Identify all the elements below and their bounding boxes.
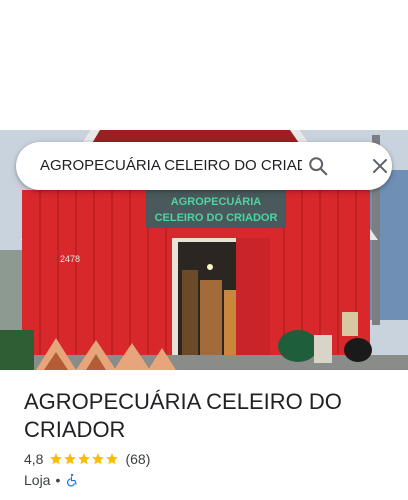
rating-row[interactable]: 4,8 (68)	[24, 450, 150, 468]
category-row: Loja •	[24, 471, 79, 489]
door-number: 2478	[60, 254, 80, 264]
star-icon	[50, 453, 63, 465]
sign-line-1: AGROPECUÁRIA	[171, 195, 262, 208]
map-top-area	[0, 0, 408, 130]
wheelchair-accessible-icon	[67, 473, 78, 487]
search-input[interactable]: AGROPECUÁRIA CELEIRO DO CRIADOR	[40, 142, 302, 190]
star-rating	[49, 452, 119, 466]
review-count[interactable]: (68)	[125, 451, 150, 467]
place-title: AGROPECUÁRIA CELEIRO DO CRIADOR	[24, 389, 342, 442]
place-category: Loja	[24, 472, 51, 488]
rating-value: 4,8	[24, 451, 44, 467]
close-icon[interactable]	[364, 150, 396, 182]
star-icon	[92, 453, 105, 465]
search-bar[interactable]: AGROPECUÁRIA CELEIRO DO CRIADOR	[16, 142, 392, 190]
separator-dot: •	[55, 472, 61, 488]
star-icon	[106, 453, 119, 465]
star-icon	[78, 453, 91, 465]
star-icon	[64, 453, 77, 465]
sign-line-2: CELEIRO DO CRIADOR	[155, 212, 278, 224]
search-icon[interactable]	[302, 150, 334, 182]
